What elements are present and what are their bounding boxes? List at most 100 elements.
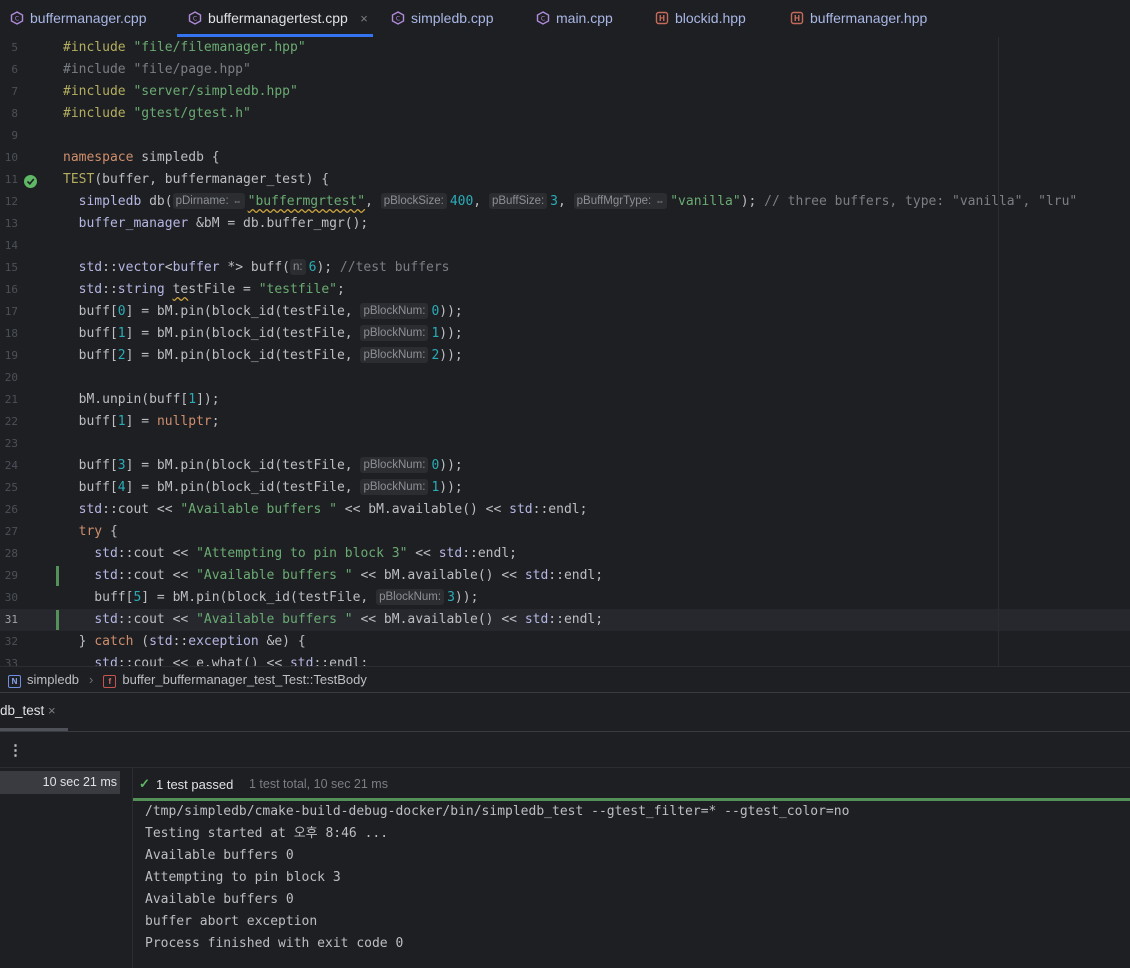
cpp-file-icon: C [535,11,550,26]
line-number: 5 [11,41,18,54]
line-number: 8 [11,107,18,120]
line-number: 22 [4,415,18,428]
tab-blockid-hpp[interactable]: H blockid.hpp [654,0,746,36]
line-number: 27 [4,525,18,538]
more-options-icon[interactable]: ⋮ [8,741,23,759]
tab-buffermanagertest-cpp[interactable]: C buffermanagertest.cpp × [177,0,373,37]
line-number: 28 [4,547,18,560]
code-line: #include "file/filemanager.hpp" [63,40,306,55]
code-line: bM.unpin(buff[1]); [63,392,220,407]
parameter-hint: pDirname: ⇔ [172,193,245,209]
test-duration: 10 sec 21 ms [42,775,117,789]
console-line: Available buffers 0 [145,892,294,907]
line-number: 16 [4,283,18,296]
console-line: buffer abort exception [145,914,318,929]
svg-text:C: C [192,16,196,23]
line-number: 23 [4,437,18,450]
svg-text:H: H [658,14,664,23]
line-number: 32 [4,635,18,648]
line-number: 19 [4,349,18,362]
parameter-hint: pBuffMgrType: ⇔ [573,193,668,209]
tests-passed-label: 1 test passed [156,777,234,792]
line-number: 21 [4,393,18,406]
editor-tab-bar: C buffermanager.cpp C buffermanagertest.… [0,0,1130,38]
parameter-hint: pBlockNum: [360,325,429,341]
hpp-file-icon: H [789,11,804,26]
parameter-hint: n: [290,259,306,275]
line-number: 17 [4,305,18,318]
parameter-hint: pBlockNum: [360,479,429,495]
code-line: buff[5] = bM.pin(block_id(testFile, pBlo… [63,589,479,605]
line-number: 6 [11,63,18,76]
tab-simpledb-cpp[interactable]: C simpledb.cpp [390,0,494,36]
svg-text:C: C [14,16,18,23]
cpp-file-icon: C [9,11,24,26]
namespace-icon: N [8,674,21,688]
code-editor[interactable]: 5 6 7 8 9 10 11 12 13 14 15 16 17 18 19 … [0,37,1130,666]
cpp-file-icon: C [187,11,202,26]
parameter-hint: pBlockNum: [360,303,429,319]
line-number: 24 [4,459,18,472]
console-line: Testing started at 오후 8:46 ... [145,826,389,841]
breadcrumb-namespace-label: simpledb [27,671,80,687]
chevron-right-icon: › [89,672,94,687]
run-test-icon[interactable] [24,175,37,188]
tab-buffermanager-hpp[interactable]: H buffermanager.hpp [789,0,927,36]
tab-label: blockid.hpp [675,10,746,26]
svg-text:C: C [540,16,544,23]
tab-buffermanager-cpp[interactable]: C buffermanager.cpp [9,0,147,36]
line-number: 26 [4,503,18,516]
test-status-bar: ✓ 1 test passed 1 test total, 10 sec 21 … [133,767,1130,799]
function-icon: f [103,674,117,688]
code-line: std::cout << "Available buffers " << bM.… [78,502,588,517]
breadcrumb-function[interactable]: f buffer_buffermanager_test_Test::TestBod… [103,672,367,688]
svg-text:C: C [395,16,399,23]
vcs-change-marker[interactable] [56,610,59,630]
code-line: simpledb db(pDirname: ⇔ "buffermgrtest", p… [78,193,1078,209]
line-number: 10 [4,151,18,164]
test-tree-row[interactable]: 10 sec 21 ms [0,771,120,794]
parameter-hint: pBlockNum: [376,589,445,605]
line-number: 12 [4,195,18,208]
parameter-hint: pBlockNum: [360,457,429,473]
hpp-file-icon: H [654,11,669,26]
code-line: std::cout << "Available buffers " << bM.… [94,568,604,583]
code-line: TEST(buffer, buffermanager_test) { [63,172,330,187]
parameter-hint: pBuffSize: [488,193,548,209]
code-line: #include "server/simpledb.hpp" [63,84,298,99]
console-output[interactable]: /tmp/simpledb/cmake-build-debug-docker/b… [145,801,1130,955]
code-line-current: std::cout << "Available buffers " << bM.… [94,612,604,627]
check-icon: ✓ [139,776,150,791]
run-tab-bar: db_test × [0,693,1130,732]
tests-total-label: 1 test total, 10 sec 21 ms [249,777,388,791]
line-number: 25 [4,481,18,494]
close-icon[interactable]: × [48,703,56,718]
line-number: 13 [4,217,18,230]
code-line: buff[4] = bM.pin(block_id(testFile, pBlo… [63,479,463,495]
code-line: buff[2] = bM.pin(block_id(testFile, pBlo… [63,347,463,363]
line-number: 14 [4,239,18,252]
line-number: 20 [4,371,18,384]
code-line: buff[1] = nullptr; [63,414,220,429]
breadcrumb-function-label: buffer_buffermanager_test_Test::TestBody [122,671,367,687]
parameter-hint: pBlockNum: [360,347,429,363]
parameter-hint: pBlockSize: [380,193,447,209]
code-line: namespace simpledb { [63,150,220,165]
tab-label: buffermanager.hpp [810,10,928,26]
console-line: /tmp/simpledb/cmake-build-debug-docker/b… [145,804,850,819]
line-number: 7 [11,85,18,98]
console-line: Process finished with exit code 0 [145,936,404,951]
vcs-change-marker[interactable] [56,566,59,586]
line-number-current: 31 [4,613,18,626]
line-number: 30 [4,591,18,604]
line-number-gutter: 5 6 7 8 9 10 11 12 13 14 15 16 17 18 19 … [0,37,48,666]
tab-main-cpp[interactable]: C main.cpp [535,0,613,36]
breadcrumb-namespace[interactable]: Nsimpledb [8,672,79,688]
code-line: std::cout << e.what() << std::endl; [94,656,369,666]
run-tab-label[interactable]: db_test [0,703,44,718]
close-icon[interactable]: × [360,11,368,26]
code-line: #include "file/page.hpp" [63,62,251,77]
tab-label: buffermanager.cpp [30,10,147,26]
code-line: buff[0] = bM.pin(block_id(testFile, pBlo… [63,303,463,319]
code-content[interactable]: #include "file/filemanager.hpp" #include… [63,37,1130,666]
